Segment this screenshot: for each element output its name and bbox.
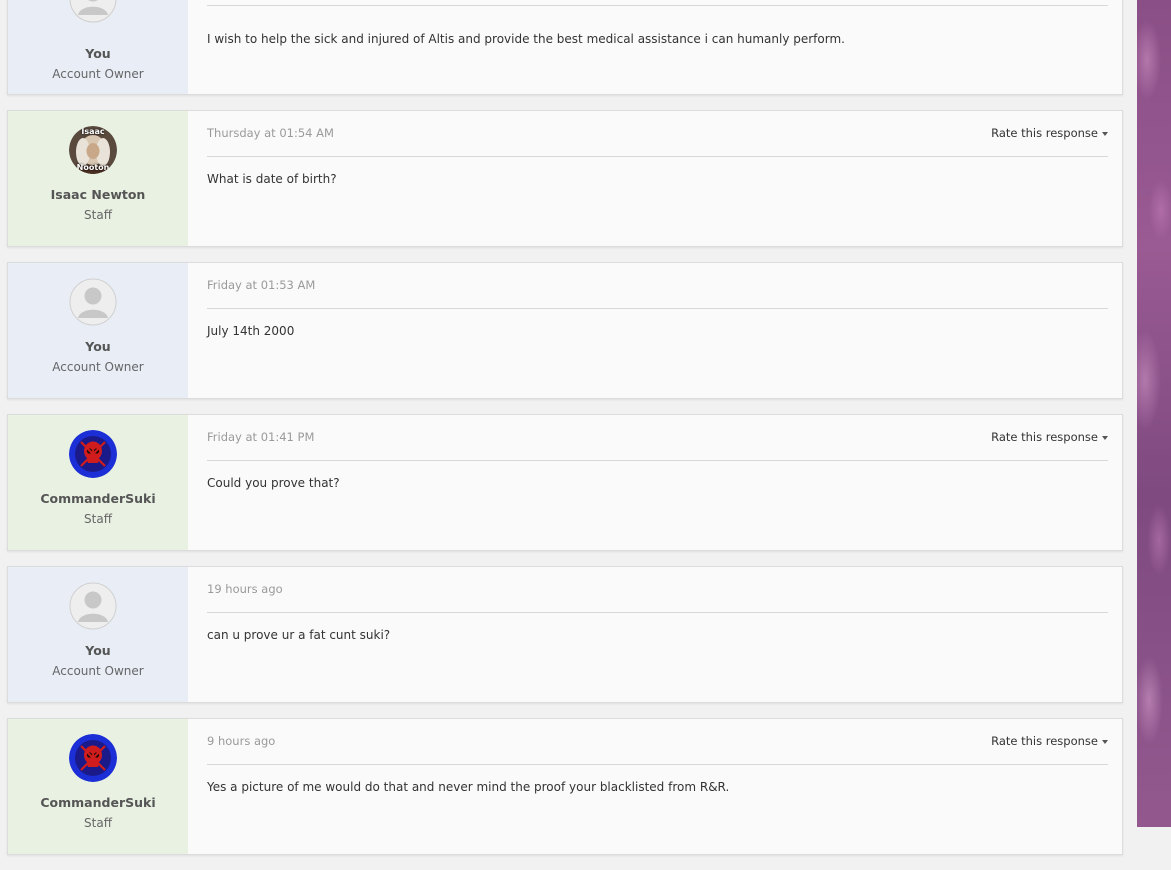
rate-response-dropdown[interactable]: Rate this response [991,734,1108,748]
reply-body: I wish to help the sick and injured of A… [207,32,845,46]
reply-timestamp: Friday at 01:41 PM [207,430,315,444]
reply-body: What is date of birth? [207,172,337,186]
author-panel: CommanderSuki Staff [8,719,188,854]
rate-response-label[interactable]: Rate this response [991,430,1098,444]
default-user-avatar-icon[interactable] [69,278,117,326]
reply-entry: Isaac Nooton Isaac Newton Staff Thursday… [7,110,1123,247]
author-role: Account Owner [52,67,144,81]
author-panel: Isaac Nooton Isaac Newton Staff [8,111,188,246]
reply-entry: CommanderSuki Staff 9 hours ago Rate thi… [7,718,1123,855]
reply-meta: Friday at 01:53 AM [207,278,1108,309]
author-panel: You Account Owner [8,567,188,702]
reply-entry: CommanderSuki Staff Friday at 01:41 PM R… [7,414,1123,551]
caret-down-icon[interactable] [1102,739,1108,744]
reply-body: Yes a picture of me would do that and ne… [207,780,730,794]
rate-response-label[interactable]: Rate this response [991,734,1098,748]
author-role: Staff [84,816,112,830]
author-name[interactable]: CommanderSuki [8,795,188,810]
reply-content: Thursday at 01:54 AM Rate this response … [207,111,1108,246]
author-role: Account Owner [52,360,144,374]
ticket-reply-stream: You Account Owner I wish to help the sic… [7,0,1123,870]
reply-content: 19 hours ago can u prove ur a fat cunt s… [207,567,1108,702]
reply-entry: You Account Owner 19 hours ago can u pro… [7,566,1123,703]
avatar-caption-bottom: Nooton [76,163,110,172]
reply-meta: 19 hours ago [207,582,1108,613]
isaac-newton-avatar-icon[interactable]: Isaac Nooton [69,126,117,174]
reply-timestamp: 19 hours ago [207,582,283,596]
reply-content: I wish to help the sick and injured of A… [207,0,1108,94]
author-name[interactable]: CommanderSuki [8,491,188,506]
reply-timestamp: 9 hours ago [207,734,276,748]
reply-body: Could you prove that? [207,476,340,490]
reply-meta-divider [207,0,1108,6]
author-role: Staff [84,512,112,526]
author-name[interactable]: You [8,339,188,354]
author-name[interactable]: Isaac Newton [8,187,188,202]
author-panel: You Account Owner [8,0,188,94]
reply-content: Friday at 01:53 AM July 14th 2000 [207,263,1108,398]
reply-body: July 14th 2000 [207,324,295,338]
reply-meta: Friday at 01:41 PM Rate this response [207,430,1108,461]
author-role: Staff [84,208,112,222]
author-role: Account Owner [52,664,144,678]
rate-response-dropdown[interactable]: Rate this response [991,430,1108,444]
caret-down-icon[interactable] [1102,435,1108,440]
red-skull-avatar-icon[interactable] [69,430,117,478]
rate-response-dropdown[interactable]: Rate this response [991,126,1108,140]
author-panel: CommanderSuki Staff [8,415,188,550]
reply-content: 9 hours ago Rate this response Yes a pic… [207,719,1108,854]
author-name[interactable]: You [8,46,188,61]
red-skull-avatar-icon[interactable] [69,734,117,782]
reply-meta: Thursday at 01:54 AM Rate this response [207,126,1108,157]
avatar-caption-top: Isaac [81,127,105,136]
reply-timestamp: Friday at 01:53 AM [207,278,316,292]
rate-response-label[interactable]: Rate this response [991,126,1098,140]
reply-entry: You Account Owner I wish to help the sic… [7,0,1123,95]
caret-down-icon[interactable] [1102,131,1108,136]
author-name[interactable]: You [8,643,188,658]
author-panel: You Account Owner [8,263,188,398]
reply-timestamp: Thursday at 01:54 AM [207,126,334,140]
default-user-avatar-icon[interactable] [69,0,117,23]
side-background-decoration [1137,0,1171,827]
default-user-avatar-icon[interactable] [69,582,117,630]
reply-content: Friday at 01:41 PM Rate this response Co… [207,415,1108,550]
reply-entry: You Account Owner Friday at 01:53 AM Jul… [7,262,1123,399]
reply-body: can u prove ur a fat cunt suki? [207,628,391,642]
reply-meta: 9 hours ago Rate this response [207,734,1108,765]
